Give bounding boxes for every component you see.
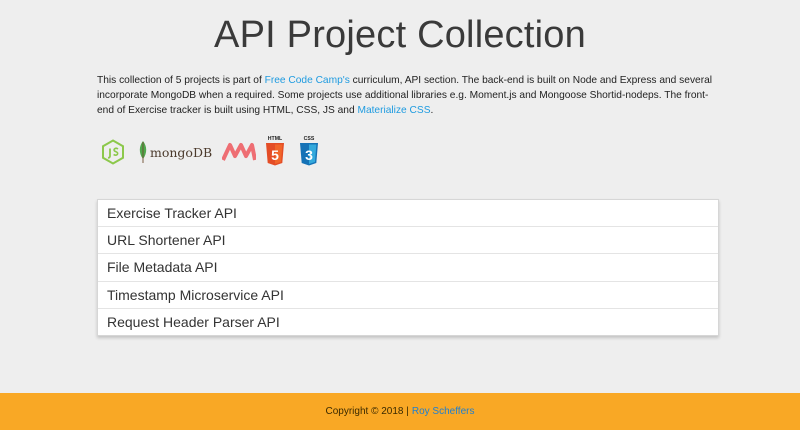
footer-copyright: Copyright © 2018 | bbox=[325, 406, 409, 417]
page-title: API Project Collection bbox=[214, 14, 586, 56]
tech-logos: mongoDB HTML 5 CSS 3 bbox=[100, 134, 320, 170]
intro-text-1: This collection of 5 projects is part of bbox=[97, 75, 265, 86]
css3-number: 3 bbox=[305, 147, 313, 163]
project-item-exercise-tracker[interactable]: Exercise Tracker API bbox=[98, 200, 718, 226]
materialize-css-link[interactable]: Materialize CSS bbox=[357, 105, 430, 116]
css3-icon: CSS 3 bbox=[298, 135, 320, 169]
intro-paragraph: This collection of 5 projects is part of… bbox=[97, 73, 717, 118]
free-code-camp-link[interactable]: Free Code Camp's bbox=[265, 75, 350, 86]
mongodb-leaf-icon bbox=[139, 141, 147, 163]
html5-caption: HTML bbox=[268, 136, 283, 142]
nodejs-icon bbox=[100, 139, 126, 165]
project-item-file-metadata[interactable]: File Metadata API bbox=[98, 253, 718, 280]
footer-author-link[interactable]: Roy Scheffers bbox=[412, 406, 475, 417]
html5-icon: HTML 5 bbox=[264, 135, 286, 169]
project-item-request-header-parser[interactable]: Request Header Parser API bbox=[98, 307, 718, 335]
footer: Copyright © 2018 | Roy Scheffers bbox=[0, 393, 800, 430]
project-item-url-shortener[interactable]: URL Shortener API bbox=[98, 226, 718, 253]
mongodb-wordmark: mongoDB bbox=[150, 144, 213, 160]
project-list: Exercise Tracker API URL Shortener API F… bbox=[97, 199, 719, 336]
project-item-timestamp[interactable]: Timestamp Microservice API bbox=[98, 280, 718, 308]
mongodb-logo: mongoDB bbox=[138, 140, 212, 164]
css3-caption: CSS bbox=[304, 136, 315, 142]
intro-text-3: . bbox=[430, 105, 434, 116]
materialize-icon bbox=[222, 142, 257, 162]
html5-number: 5 bbox=[271, 147, 279, 163]
